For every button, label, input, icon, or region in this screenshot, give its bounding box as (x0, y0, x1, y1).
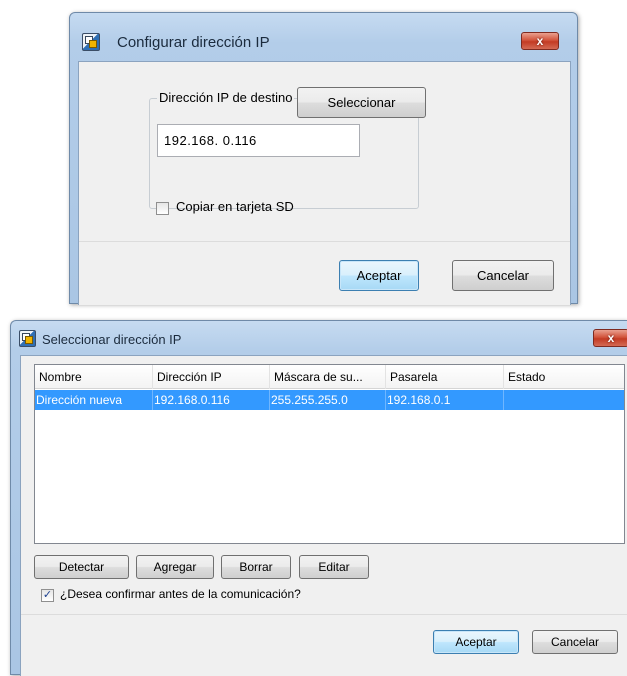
app-icon (19, 330, 36, 347)
column-header-gateway[interactable]: Pasarela (386, 365, 504, 389)
copy-sd-label[interactable]: Copiar en tarjeta SD (176, 199, 294, 214)
close-button[interactable]: x (521, 32, 559, 50)
cancel-button[interactable]: Cancelar (452, 260, 554, 291)
cell-ip: 192.168.0.116 (153, 390, 270, 410)
checkmark-icon: ✓ (42, 589, 53, 601)
edit-button[interactable]: Editar (299, 555, 369, 579)
accept-button[interactable]: Aceptar (433, 630, 519, 654)
column-header-status[interactable]: Estado (504, 365, 624, 389)
cell-gateway: 192.168.0.1 (386, 390, 504, 410)
select-ip-dialog: Seleccionar dirección IP x Nombre Direcc… (10, 320, 627, 676)
dialog-body: Dirección IP de destino 192.168. 0.116 S… (78, 61, 571, 305)
column-header-mask[interactable]: Máscara de su... (270, 365, 386, 389)
divider (21, 614, 627, 615)
cell-status (504, 390, 624, 410)
divider (79, 241, 570, 242)
ip-address-field[interactable]: 192.168. 0.116 (157, 124, 360, 157)
confirm-label[interactable]: ¿Desea confirmar antes de la comunicació… (60, 587, 301, 601)
column-header-name[interactable]: Nombre (35, 365, 153, 389)
table-header: Nombre Dirección IP Máscara de su... Pas… (35, 365, 624, 389)
confirm-checkbox[interactable]: ✓ (41, 589, 54, 602)
dialog-body: Nombre Dirección IP Máscara de su... Pas… (20, 355, 627, 676)
detect-button[interactable]: Detectar (34, 555, 129, 579)
select-button[interactable]: Seleccionar (297, 87, 426, 118)
configure-ip-dialog: Configurar dirección IP x Dirección IP d… (69, 12, 578, 305)
copy-sd-checkbox[interactable] (156, 202, 169, 215)
ip-table[interactable]: Nombre Dirección IP Máscara de su... Pas… (34, 364, 625, 544)
cancel-button[interactable]: Cancelar (532, 630, 618, 654)
column-header-ip[interactable]: Dirección IP (153, 365, 270, 389)
close-button[interactable]: x (593, 329, 627, 347)
dialog-title: Seleccionar dirección IP (42, 332, 182, 347)
accept-button[interactable]: Aceptar (339, 260, 419, 291)
table-row[interactable]: Dirección nueva 192.168.0.116 255.255.25… (35, 390, 624, 410)
cell-name: Dirección nueva (35, 390, 153, 410)
cell-mask: 255.255.255.0 (270, 390, 386, 410)
add-button[interactable]: Agregar (136, 555, 214, 579)
group-label: Dirección IP de destino (157, 90, 295, 105)
dialog-title: Configurar dirección IP (117, 34, 270, 51)
app-icon (82, 33, 100, 51)
delete-button[interactable]: Borrar (221, 555, 291, 579)
